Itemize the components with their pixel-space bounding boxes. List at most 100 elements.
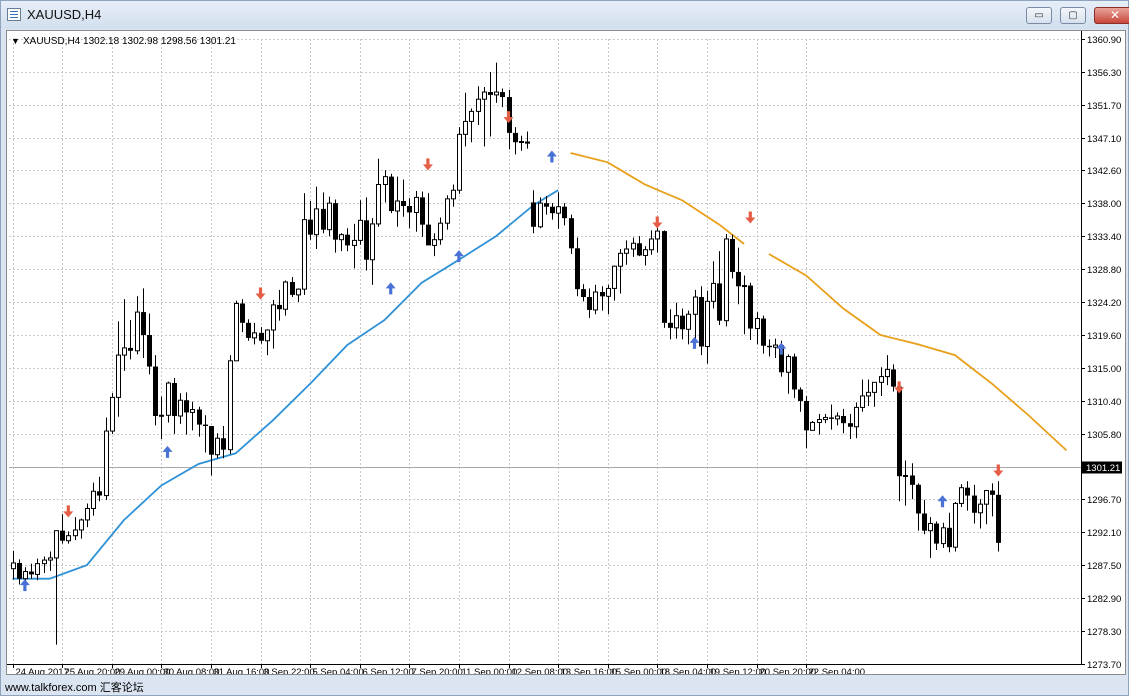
candle-body-bear (488, 92, 493, 95)
window-title: XAUUSD,H4 (27, 7, 102, 22)
price-chart[interactable]: 1360.90 1356.30 1351.70 1347.10 1342.60 1338.… (6, 30, 1126, 675)
candle-body-bear (965, 487, 970, 496)
candle-body-bull (159, 414, 164, 417)
candle-body-bull (643, 249, 648, 256)
candle-body-bull (773, 344, 778, 348)
candle-body-bear (29, 571, 34, 575)
candle-body-bull (959, 487, 964, 504)
candle-body-bear (153, 366, 158, 417)
candle-body-bear (922, 513, 927, 531)
candle-body-bull (178, 399, 183, 417)
candle-body-bear (916, 484, 921, 514)
moving-average-orange (768, 253, 1068, 452)
sell-signal-arrow-icon (652, 216, 663, 229)
sell-signal-arrow-icon (255, 287, 266, 300)
candle-body-bear (172, 383, 177, 417)
candle-body-bear (575, 248, 580, 290)
chart-info-arrow[interactable]: ▼ (11, 36, 20, 46)
candle-body-bull (612, 265, 617, 289)
candle-body-bull (166, 382, 171, 416)
x-tick-label: 30 Aug 08:00 (164, 667, 220, 674)
candle-body-bear (897, 386, 902, 477)
candle-body-bear (947, 527, 952, 548)
candle-body-bear (97, 491, 102, 496)
candle-body-bear (717, 283, 722, 321)
candle-body-bull (606, 287, 611, 297)
candle-body-bear (699, 297, 704, 347)
candle-body-bull (48, 557, 53, 561)
title-bar[interactable]: XAUUSD,H4 ▭ ▢ ✕ (1, 1, 1129, 29)
candle-body-bear (426, 224, 431, 246)
candle-body-bull (817, 419, 822, 423)
candle-body-bull (122, 347, 127, 356)
candle-body-bull (984, 490, 989, 505)
candle-body-bear (569, 218, 574, 249)
candle-body-bear (637, 243, 642, 256)
candle-body-bear (891, 369, 896, 387)
candle-body-bull (686, 313, 691, 330)
candle-body-bear (748, 285, 753, 329)
candle-body-bull (860, 395, 865, 408)
candles (11, 62, 1001, 645)
candle-body-bear (841, 416, 846, 424)
candle-body-bear (848, 423, 853, 427)
candle-body-bull (228, 360, 233, 451)
candle-body-bull (135, 311, 140, 352)
candle-body-bull (327, 202, 332, 231)
candle-body-bull (835, 415, 840, 420)
candle-body-bear (308, 219, 313, 235)
current-price-label: 1301.21 (1086, 463, 1120, 474)
candle-body-bull (35, 563, 40, 575)
candle-body-bull (104, 430, 109, 497)
candle-body-bear (197, 409, 202, 425)
candle-body-bull (66, 535, 71, 542)
candle-body-bear (680, 315, 685, 330)
candle-body-bear (662, 231, 667, 323)
candle-body-bear (290, 281, 295, 295)
candle-body-bull (953, 502, 958, 548)
candle-body-bull (519, 140, 524, 143)
y-tick-label: 1342.60 (1087, 166, 1121, 177)
y-tick-label: 1273.70 (1087, 660, 1121, 671)
candle-body-bull (296, 288, 301, 296)
x-tick-label: 18 Sep 04:00 (660, 667, 717, 674)
y-tick-label: 1356.30 (1087, 68, 1121, 79)
y-tick-label: 1292.10 (1087, 528, 1121, 539)
candle-body-bear (767, 345, 772, 348)
candle-body-bull (234, 302, 239, 362)
candle-body-bear (550, 206, 555, 214)
signal-arrows (19, 111, 1004, 592)
candle-body-bull (755, 318, 760, 330)
candle-body-bear (562, 206, 567, 219)
watermark-text: www.talkforex.com 汇客论坛 (5, 682, 144, 694)
candle-body-bull (463, 120, 468, 135)
candle-body-bull (265, 329, 270, 342)
buy-signal-arrow-icon (689, 336, 700, 349)
y-tick-label: 1305.80 (1087, 430, 1121, 441)
x-tick-label: 7 Sep 20:00 (412, 667, 463, 674)
close-button[interactable]: ✕ (1094, 7, 1129, 24)
minimize-button[interactable]: ▭ (1026, 7, 1052, 24)
candle-body-bull (482, 91, 487, 100)
restore-button[interactable]: ▢ (1060, 7, 1086, 24)
sell-signal-arrow-icon (422, 158, 433, 171)
candlestick-chart[interactable]: 1360.90 1356.30 1351.70 1347.10 1342.60 1338.… (7, 31, 1125, 674)
candle-body-bull (618, 252, 623, 267)
candle-body-bull (705, 300, 710, 347)
candle-body-bear (972, 495, 977, 513)
candle-body-bull (358, 219, 363, 241)
candle-body-bull (73, 529, 78, 537)
candle-body-bull (302, 219, 307, 290)
moving-average-blue (12, 189, 559, 580)
candle-body-bear (500, 92, 505, 98)
candle-body-bull (469, 110, 474, 122)
candle-body-bull (866, 391, 871, 397)
x-tick-label: 19 Sep 12:00 (710, 667, 767, 674)
y-tick-label: 1296.70 (1087, 495, 1121, 506)
candle-body-bull (854, 406, 859, 428)
candle-body-bear (525, 141, 530, 144)
candle-body-bear (128, 347, 133, 351)
candle-body-bull (786, 356, 791, 373)
y-tick-label: 1360.90 (1087, 35, 1121, 46)
candle-body-bear (240, 303, 245, 323)
